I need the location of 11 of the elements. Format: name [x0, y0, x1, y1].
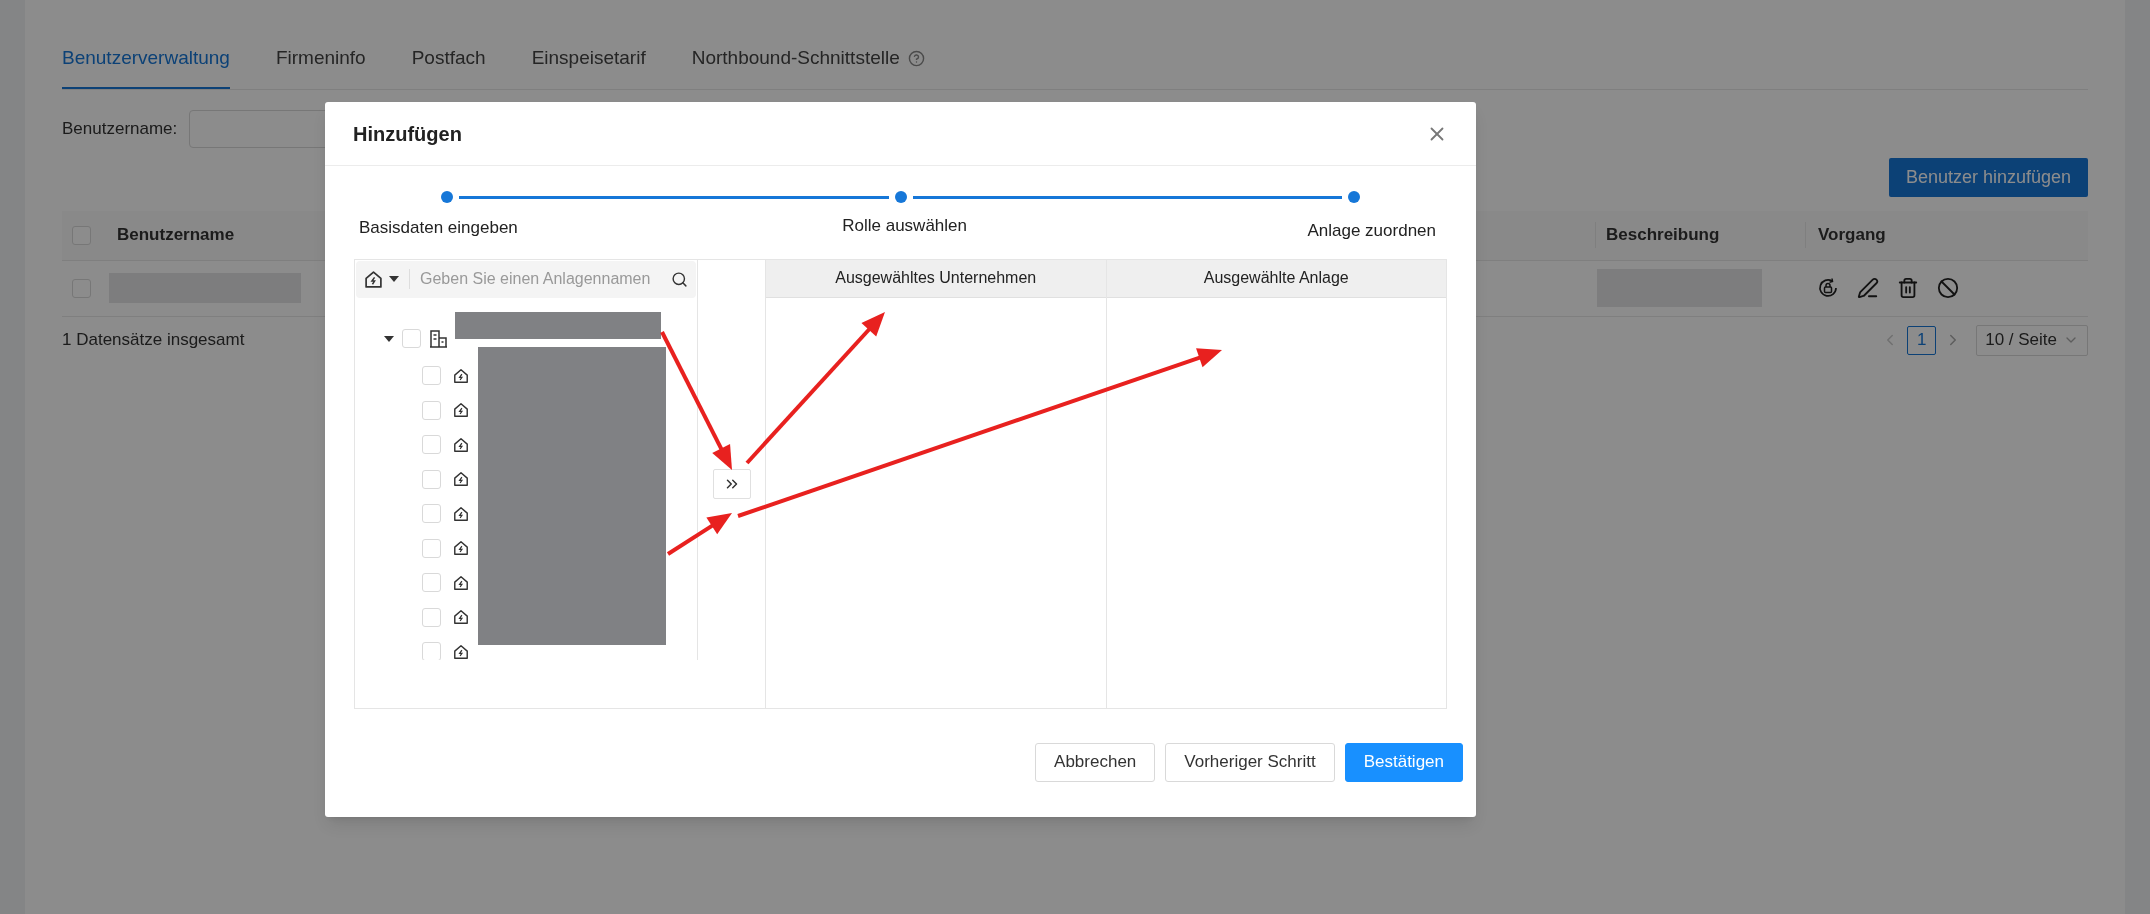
column-header: Ausgewählte Anlage	[1106, 259, 1446, 298]
record-count: 1 Datensätze insgesamt	[62, 329, 245, 352]
step-label: Rolle auswählen	[842, 215, 967, 237]
step-label: Anlage zuordnen	[1307, 220, 1437, 242]
step-label: Basisdaten eingeben	[359, 217, 518, 239]
column-header: Beschreibung	[1595, 222, 1805, 248]
column-header: Vorgang	[1805, 222, 2088, 248]
column-header: Ausgewähltes Unternehmen	[766, 259, 1106, 298]
dialog-title: Hinzufügen	[353, 121, 462, 147]
column-header: Benutzername	[117, 225, 235, 245]
field-label: Benutzername:	[62, 117, 178, 140]
